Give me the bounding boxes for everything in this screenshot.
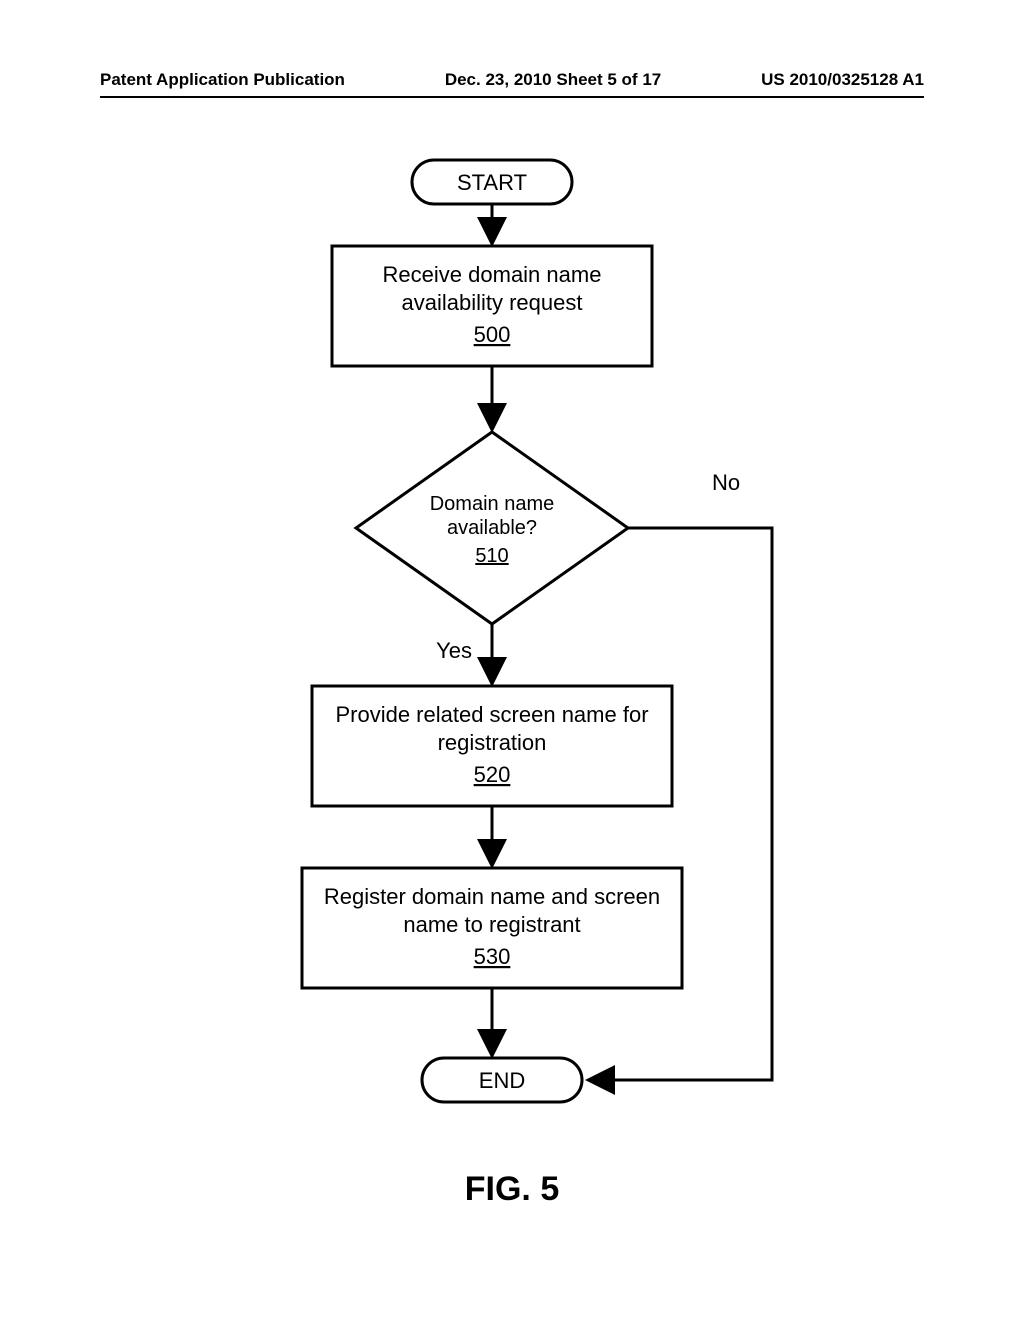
n510-ref: 510 [475,545,508,567]
figure-label: FIG. 5 [0,1170,1024,1209]
start-label: START [457,170,527,195]
n530-line1: Register domain name and screen [324,884,660,909]
label-yes: Yes [436,638,472,663]
n530-line2: name to registrant [403,912,580,937]
n510-line1: Domain name [430,493,555,515]
n520-line2: registration [438,730,547,755]
header-right: US 2010/0325128 A1 [761,70,924,90]
n530-ref: 530 [474,944,511,969]
n500-line2: availability request [402,290,583,315]
n500-line1: Receive domain name [383,262,602,287]
header-rule [100,96,924,98]
n510-line2: available? [447,517,537,539]
n500-ref: 500 [474,322,511,347]
end-label: END [479,1068,525,1093]
header-left: Patent Application Publication [100,70,345,90]
page-header: Patent Application Publication Dec. 23, … [100,70,924,90]
n520-ref: 520 [474,762,511,787]
flowchart: START Receive domain name availability r… [112,150,912,1150]
header-center: Dec. 23, 2010 Sheet 5 of 17 [445,70,661,90]
n520-line1: Provide related screen name for [335,702,648,727]
label-no: No [712,470,740,495]
